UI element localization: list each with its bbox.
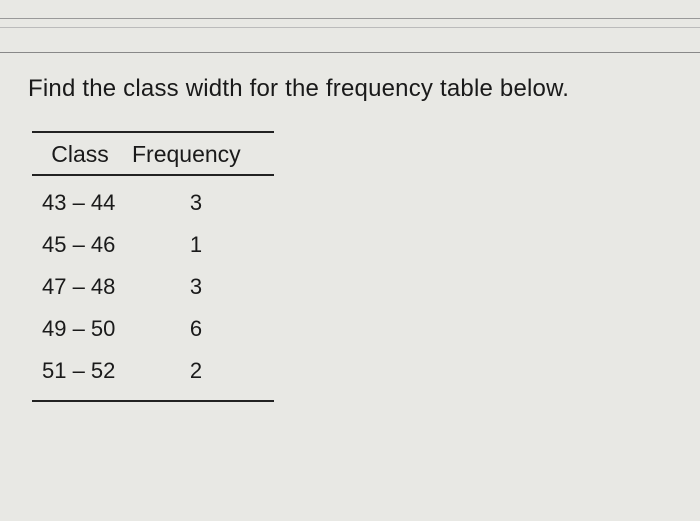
thin-rule <box>0 27 700 28</box>
table-row: 43 – 44 3 <box>32 182 274 224</box>
header-class: Class <box>32 141 128 168</box>
table-row: 45 – 46 1 <box>32 224 274 266</box>
table-row: 47 – 48 3 <box>32 266 274 308</box>
cell-frequency: 6 <box>138 316 274 342</box>
cell-frequency: 3 <box>138 274 274 300</box>
cell-class: 51 – 52 <box>32 358 138 384</box>
table-body: 43 – 44 3 45 – 46 1 47 – 48 3 49 – 50 6 … <box>32 176 274 400</box>
cell-frequency: 1 <box>138 232 274 258</box>
question-text: Find the class width for the frequency t… <box>28 75 672 103</box>
table-header-row: Class Frequency <box>32 133 274 176</box>
frequency-table: Class Frequency 43 – 44 3 45 – 46 1 47 –… <box>32 131 274 402</box>
page-container: Find the class width for the frequency t… <box>0 18 700 402</box>
question-section: Find the class width for the frequency t… <box>0 52 700 402</box>
cell-class: 47 – 48 <box>32 274 138 300</box>
table-row: 49 – 50 6 <box>32 308 274 350</box>
cell-class: 43 – 44 <box>32 190 138 216</box>
top-rule <box>0 18 700 19</box>
header-frequency: Frequency <box>128 141 274 168</box>
cell-class: 49 – 50 <box>32 316 138 342</box>
table-row: 51 – 52 2 <box>32 350 274 392</box>
cell-frequency: 2 <box>138 358 274 384</box>
cell-class: 45 – 46 <box>32 232 138 258</box>
cell-frequency: 3 <box>138 190 274 216</box>
